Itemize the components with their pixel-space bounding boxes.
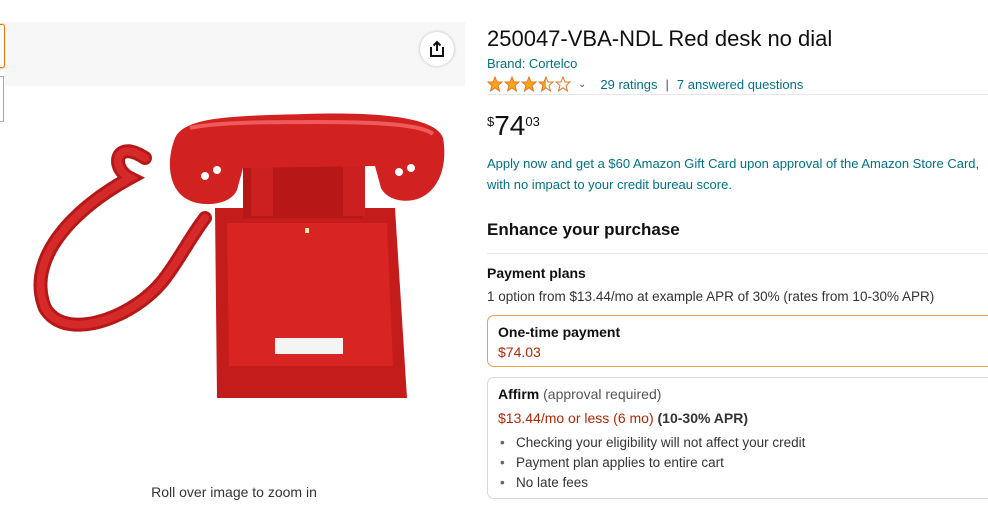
one-time-payment-label: One-time payment [498, 324, 621, 340]
one-time-payment-price: $74.03 [498, 344, 541, 360]
payment-plans-heading: Payment plans [487, 265, 586, 281]
affirm-note: (approval required) [539, 386, 662, 402]
list-item: No late fees [498, 473, 805, 493]
chevron-down-icon[interactable]: ⌄ [578, 79, 586, 90]
price: $ 74 03 [487, 110, 540, 142]
divider [487, 253, 988, 254]
brand-link[interactable]: Brand: Cortelco [487, 56, 577, 71]
affirm-price: $13.44/mo or less (6 mo) [498, 410, 654, 426]
one-time-payment-option[interactable] [487, 315, 988, 367]
price-symbol: $ [487, 114, 495, 129]
enhance-heading: Enhance your purchase [487, 220, 680, 239]
affirm-name: Affirm [498, 386, 540, 402]
affirm-apr: (10-30% APR) [653, 410, 749, 426]
affirm-price-line: $13.44/mo or less (6 mo) (10-30% APR) [498, 410, 748, 426]
rating-separator: | [665, 76, 669, 92]
star-icon [538, 76, 554, 92]
star-icon [521, 76, 537, 92]
share-button[interactable] [420, 32, 454, 66]
star-icon [555, 76, 571, 92]
star-rating[interactable] [487, 76, 572, 92]
affirm-benefits-list: Checking your eligibility will not affec… [498, 433, 805, 493]
list-item: Checking your eligibility will not affec… [498, 433, 805, 453]
affirm-title: Affirm (approval required) [498, 386, 661, 402]
rating-row: ⌄ 29 ratings | 7 answered questions [487, 74, 803, 94]
gift-card-promo-link[interactable]: Apply now and get a $60 Amazon Gift Card… [487, 153, 988, 195]
thumbnail-second[interactable] [0, 76, 4, 122]
payment-plans-description: 1 option from $13.44/mo at example APR o… [487, 289, 935, 304]
list-item: Payment plan applies to entire cart [498, 453, 805, 473]
price-fraction: 03 [525, 114, 540, 129]
zoom-caption: Roll over image to zoom in [151, 484, 317, 500]
ratings-count-link[interactable]: 29 ratings [600, 77, 657, 92]
price-whole: 74 [494, 110, 526, 141]
product-title: 250047-VBA-NDL Red desk no dial [487, 26, 833, 51]
star-icon [487, 76, 503, 92]
answered-questions-link[interactable]: 7 answered questions [677, 77, 803, 92]
product-image[interactable] [15, 98, 455, 418]
divider [487, 94, 988, 95]
star-icon [504, 76, 520, 92]
share-icon [430, 40, 444, 57]
